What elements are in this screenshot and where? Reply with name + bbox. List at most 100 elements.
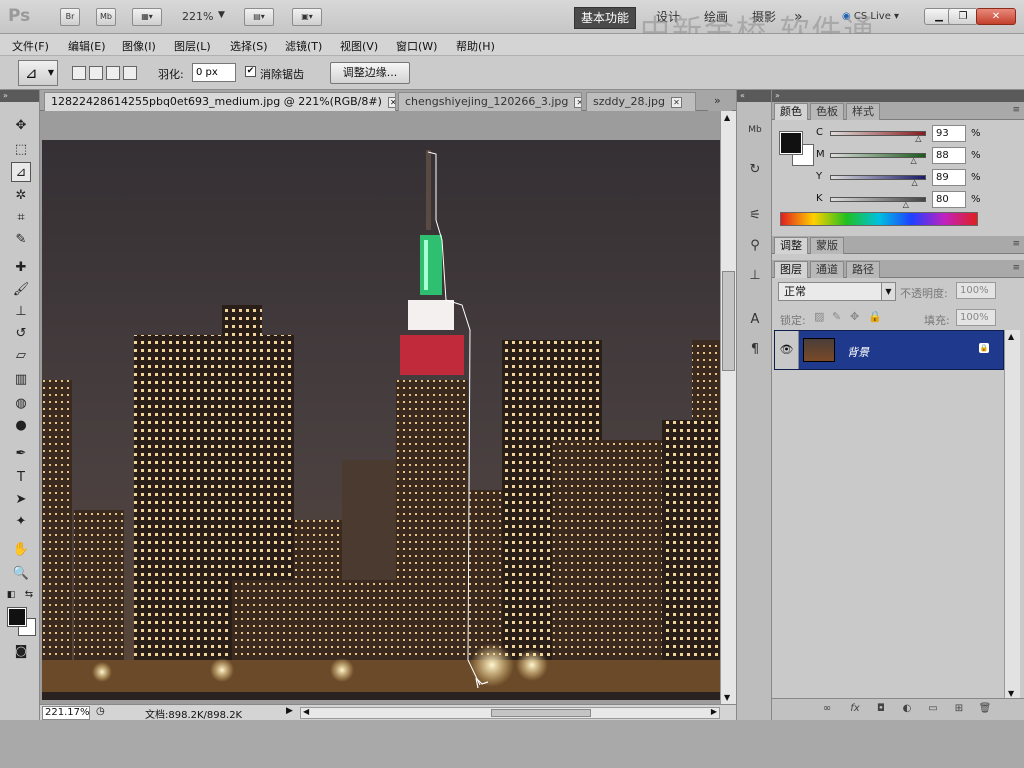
menu-view[interactable]: 视图(V): [340, 38, 378, 54]
tab-swatches[interactable]: 色板: [810, 103, 844, 120]
scroll-down-icon[interactable]: ▼: [724, 693, 730, 702]
menu-filter[interactable]: 滤镜(T): [285, 38, 322, 54]
menu-image[interactable]: 图像(I): [122, 38, 156, 54]
hscroll-thumb[interactable]: [491, 709, 591, 717]
clone-source-panel-icon[interactable]: ⚲: [745, 236, 765, 256]
lock-pixels-icon[interactable]: ✎: [832, 310, 841, 323]
color-spectrum-ramp[interactable]: [780, 212, 978, 226]
fill-field[interactable]: 100%: [956, 309, 996, 326]
channel-slider-track[interactable]: [830, 131, 926, 136]
scroll-down-icon[interactable]: ▼: [1008, 689, 1014, 698]
menu-window[interactable]: 窗口(W): [396, 38, 437, 54]
hand-tool-icon[interactable]: ✋: [11, 540, 31, 560]
quick-mask-icon[interactable]: ◙: [11, 642, 31, 662]
new-group-icon[interactable]: ▭: [926, 702, 940, 716]
path-selection-tool-icon[interactable]: ➤: [11, 490, 31, 510]
paragraph-panel-icon[interactable]: ¶: [745, 340, 765, 360]
vertical-scrollbar[interactable]: ▲ ▼: [720, 111, 736, 704]
type-tool-icon[interactable]: T: [11, 468, 31, 488]
eyedropper-tool-icon[interactable]: ✎: [11, 230, 31, 250]
document-canvas[interactable]: [42, 140, 720, 700]
minibridge-panel-icon[interactable]: Mb: [745, 120, 765, 140]
tab-layers[interactable]: 图层: [774, 261, 808, 278]
delete-layer-icon[interactable]: 🗑: [978, 702, 992, 716]
blend-mode-select[interactable]: 正常 ▼: [778, 282, 896, 301]
tool-presets-panel-icon[interactable]: ⊥: [745, 266, 765, 286]
scroll-thumb[interactable]: [722, 271, 735, 371]
minibridge-button[interactable]: Mb: [96, 8, 116, 26]
chevron-down-icon[interactable]: ▼: [218, 10, 225, 20]
tab-adjustments[interactable]: 调整: [774, 237, 808, 254]
menu-file[interactable]: 文件(F): [12, 38, 49, 54]
scroll-up-icon[interactable]: ▲: [1008, 332, 1014, 341]
lock-all-icon[interactable]: 🔒: [868, 310, 882, 323]
tool-preset-picker[interactable]: ⊿ ▼: [18, 60, 58, 86]
new-adjustment-layer-icon[interactable]: ◐: [900, 702, 914, 716]
tab-color[interactable]: 颜色: [774, 103, 808, 120]
zoom-tool-icon[interactable]: 🔍: [11, 564, 31, 584]
lock-transparent-icon[interactable]: ▨: [814, 310, 824, 323]
add-mask-icon[interactable]: ◘: [874, 702, 888, 716]
arrange-documents-button[interactable]: ▤▾: [244, 8, 274, 26]
new-selection-button[interactable]: [72, 66, 86, 80]
close-tab-icon[interactable]: ✕: [387, 96, 395, 108]
intersect-selection-button[interactable]: [123, 66, 137, 80]
default-colors-icon[interactable]: ◧: [4, 588, 18, 602]
eraser-tool-icon[interactable]: ▱: [11, 346, 31, 366]
marquee-tool-icon[interactable]: ⬚: [11, 140, 31, 160]
crop-tool-icon[interactable]: ⌗: [11, 208, 31, 228]
healing-brush-tool-icon[interactable]: ✚: [11, 258, 31, 278]
panel-menu-icon[interactable]: ≡: [1012, 105, 1020, 115]
restore-button[interactable]: ❐: [948, 8, 978, 25]
color-fg-swatch[interactable]: [779, 131, 803, 155]
tab-masks[interactable]: 蒙版: [810, 237, 844, 254]
menu-edit[interactable]: 编辑(E): [68, 38, 106, 54]
scroll-right-icon[interactable]: ▶: [711, 707, 717, 716]
history-brush-tool-icon[interactable]: ↺: [11, 324, 31, 344]
panel-menu-icon[interactable]: ≡: [1012, 239, 1020, 249]
channel-value-field[interactable]: 88: [932, 147, 966, 164]
tab-document-1[interactable]: 12822428614255pbq0et693_medium.jpg @ 221…: [44, 92, 396, 111]
opacity-field[interactable]: 100%: [956, 282, 996, 299]
tab-paths[interactable]: 路径: [846, 261, 880, 278]
layer-row-background[interactable]: 👁 背景 🔒: [774, 330, 1004, 370]
pen-tool-icon[interactable]: ✒: [11, 444, 31, 464]
menu-layer[interactable]: 图层(L): [174, 38, 211, 54]
history-panel-icon[interactable]: ↻: [745, 160, 765, 180]
dock-collapse-icon[interactable]: »: [772, 90, 1024, 102]
menu-help[interactable]: 帮助(H): [456, 38, 495, 54]
strip-collapse-icon[interactable]: «: [737, 90, 771, 102]
channel-slider-thumb[interactable]: △: [903, 201, 911, 209]
antialias-checkbox[interactable]: ✔: [245, 66, 256, 77]
bridge-button[interactable]: Br: [60, 8, 80, 26]
close-button[interactable]: ✕: [976, 8, 1016, 25]
channel-value-field[interactable]: 93: [932, 125, 966, 142]
tab-document-3[interactable]: szddy_28.jpg ✕: [586, 92, 696, 111]
channel-slider-track[interactable]: [830, 197, 926, 202]
add-to-selection-button[interactable]: [89, 66, 103, 80]
channel-slider-thumb[interactable]: △: [915, 135, 923, 143]
scroll-left-icon[interactable]: ◀: [303, 707, 309, 716]
layers-scrollbar[interactable]: ▲ ▼: [1004, 330, 1020, 700]
new-layer-icon[interactable]: ⊞: [952, 702, 966, 716]
close-tab-icon[interactable]: ✕: [574, 96, 581, 108]
status-clock-icon[interactable]: ◷: [96, 706, 105, 717]
gradient-tool-icon[interactable]: ▥: [11, 370, 31, 390]
zoom-field[interactable]: 221.17%: [42, 706, 90, 720]
swap-colors-icon[interactable]: ⇆: [22, 588, 36, 602]
tab-styles[interactable]: 样式: [846, 103, 880, 120]
channel-value-field[interactable]: 89: [932, 169, 966, 186]
eye-icon[interactable]: 👁: [775, 331, 799, 369]
layer-style-icon[interactable]: fx: [848, 702, 862, 716]
workspace-essentials[interactable]: 基本功能: [574, 7, 637, 29]
channel-slider-thumb[interactable]: △: [911, 179, 919, 187]
menu-select[interactable]: 选择(S): [230, 38, 268, 54]
shape-tool-icon[interactable]: ✦: [11, 512, 31, 532]
zoom-level-dropdown[interactable]: 221%: [182, 10, 213, 23]
foreground-color-swatch[interactable]: [7, 607, 27, 627]
tab-document-2[interactable]: chengshiyejing_120266_3.jpg ✕: [398, 92, 582, 111]
blur-tool-icon[interactable]: ◍: [11, 394, 31, 414]
dodge-tool-icon[interactable]: ●: [11, 416, 31, 436]
character-panel-icon[interactable]: A: [745, 310, 765, 330]
scroll-up-icon[interactable]: ▲: [724, 113, 730, 122]
